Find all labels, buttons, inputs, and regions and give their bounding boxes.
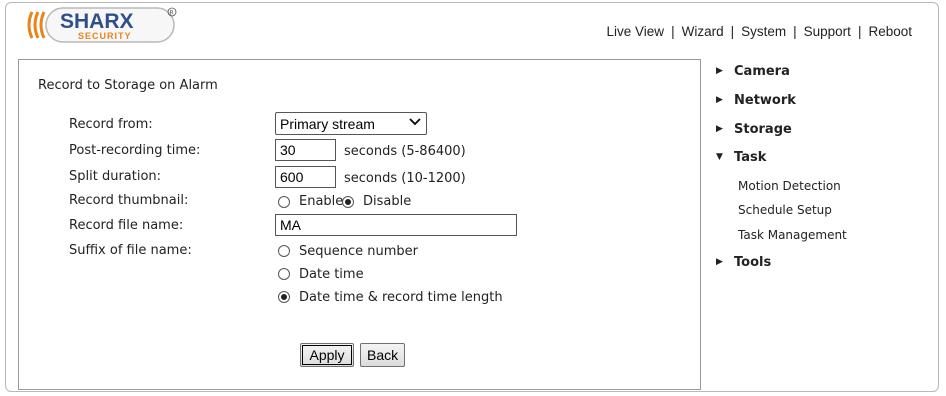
split-duration-hint: seconds (10-1200) (344, 171, 466, 186)
caret-right-icon: ▶ (716, 66, 723, 76)
suffix-sequence-label: Sequence number (299, 244, 418, 259)
suffix-date-time-label: Date time (299, 267, 364, 282)
file-name-label: Record file name: (69, 218, 184, 233)
record-from-select[interactable]: Primary stream (275, 112, 427, 135)
split-duration-input[interactable] (275, 166, 336, 188)
record-from-label: Record from: (69, 117, 153, 132)
svg-text:R: R (170, 10, 174, 17)
nav-system[interactable]: System (741, 24, 786, 39)
split-duration-label: Split duration: (69, 169, 162, 184)
back-button[interactable]: Back (360, 343, 405, 367)
panel-title: Record to Storage on Alarm (38, 78, 218, 93)
post-recording-hint: seconds (5-86400) (344, 144, 466, 159)
menu-network[interactable]: ▶ Network (716, 93, 796, 108)
suffix-label: Suffix of file name: (69, 243, 192, 258)
nav-wizard[interactable]: Wizard (682, 24, 724, 39)
menu-storage[interactable]: ▶ Storage (716, 122, 792, 137)
caret-right-icon: ▶ (716, 124, 723, 134)
svg-text:SECURITY: SECURITY (78, 31, 132, 41)
svg-text:SHARX: SHARX (60, 10, 134, 33)
page-frame: SHARX SECURITY R Live View | Wizard | System… (5, 2, 939, 392)
menu-task-management[interactable]: Task Management (738, 228, 847, 242)
suffix-date-time-length-label: Date time & record time length (299, 290, 503, 305)
suffix-date-time-length-radio[interactable] (278, 291, 290, 303)
suffix-sequence-radio[interactable] (278, 245, 290, 257)
apply-button[interactable]: Apply (300, 343, 354, 367)
top-nav: Live View | Wizard | System | Support | Reboot (606, 24, 912, 39)
suffix-date-time-radio[interactable] (278, 268, 290, 280)
menu-tools[interactable]: ▶ Tools (716, 255, 771, 270)
menu-task[interactable]: ▼ Task (716, 150, 766, 165)
menu-task-motion-detection[interactable]: Motion Detection (738, 179, 841, 193)
record-settings-panel: Record to Storage on Alarm Record from: … (18, 59, 701, 390)
thumbnail-label: Record thumbnail: (69, 193, 189, 208)
menu-camera[interactable]: ▶ Camera (716, 64, 790, 79)
caret-down-icon: ▼ (716, 152, 723, 162)
nav-support[interactable]: Support (804, 24, 851, 39)
post-recording-label: Post-recording time: (69, 143, 201, 158)
sharx-logo: SHARX SECURITY R (27, 7, 177, 43)
menu-task-schedule-setup[interactable]: Schedule Setup (738, 203, 832, 217)
thumbnail-enable-radio[interactable] (278, 196, 290, 208)
nav-live-view[interactable]: Live View (607, 24, 665, 39)
post-recording-input[interactable] (275, 139, 336, 161)
file-name-input[interactable] (275, 214, 517, 236)
caret-right-icon: ▶ (716, 257, 723, 267)
nav-reboot[interactable]: Reboot (868, 24, 912, 39)
caret-right-icon: ▶ (716, 95, 723, 105)
thumbnail-enable-label: Enable (299, 194, 344, 209)
thumbnail-disable-radio[interactable] (342, 196, 354, 208)
thumbnail-disable-label: Disable (363, 194, 412, 209)
